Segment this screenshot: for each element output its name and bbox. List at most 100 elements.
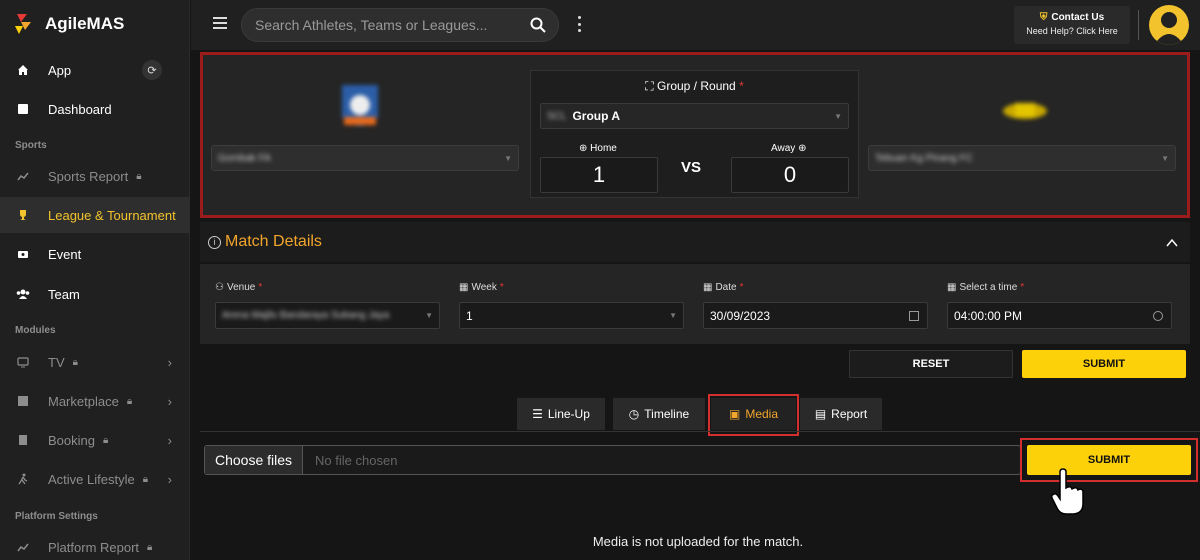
plus-circle-icon: ⊕	[579, 143, 588, 154]
time-input[interactable]: 04:00:00 PM	[947, 302, 1172, 329]
shield-icon: ⛨	[1039, 12, 1048, 23]
lock-icon: 🔒︎	[72, 356, 78, 368]
refresh-icon[interactable]: ⟳	[142, 60, 162, 80]
reset-button[interactable]: RESET	[849, 350, 1013, 378]
home-score-input[interactable]: 1	[540, 157, 658, 193]
search-icon[interactable]	[530, 17, 546, 33]
calendar-picker-icon[interactable]	[909, 311, 919, 321]
calendar-icon: ▦	[947, 282, 957, 293]
section-label-modules: Modules	[15, 325, 56, 336]
sidebar-item-label: Booking	[48, 432, 95, 448]
venue-label: ⚇ Venue *	[215, 282, 263, 293]
home-team-select[interactable]: Gombak FA ▼	[211, 145, 519, 171]
file-chooser[interactable]: Choose files No file chosen	[204, 445, 1021, 475]
tab-timeline[interactable]: ◷ Timeline	[613, 398, 705, 430]
details-submit-button[interactable]: SUBMIT	[1022, 350, 1186, 378]
store-icon	[16, 394, 30, 408]
chevron-down-icon: ▼	[425, 311, 433, 320]
tab-report[interactable]: ▤ Report	[800, 398, 882, 430]
chevron-down-icon: ▼	[669, 311, 677, 320]
avatar[interactable]	[1149, 5, 1189, 45]
away-team-select[interactable]: Tebuan Kg Pinang FC ▼	[868, 145, 1176, 171]
file-status: No file chosen	[315, 452, 398, 468]
chevron-right-icon: ›	[167, 354, 172, 370]
clock-picker-icon[interactable]	[1153, 311, 1163, 321]
venue-select[interactable]: Arena Majlis Bandaraya Subang Jaya ▼	[215, 302, 440, 329]
building-icon	[16, 433, 30, 447]
week-value: 1	[466, 308, 473, 323]
group-round-select[interactable]: SCL Group A ▼	[540, 103, 849, 129]
lock-icon: 🔒︎	[142, 473, 149, 485]
menu-icon[interactable]	[213, 17, 227, 29]
choose-files-button[interactable]: Choose files	[205, 446, 304, 474]
sidebar-item-tv[interactable]: TV 🔒︎ ›	[0, 344, 190, 380]
home-team-column: Gombak FA ▼	[203, 55, 519, 215]
sidebar-item-label: Sports Report	[48, 168, 129, 184]
week-select[interactable]: 1 ▼	[459, 302, 684, 329]
person-icon: ⚇	[215, 282, 224, 293]
document-icon: ▤	[814, 407, 827, 421]
chevron-right-icon: ›	[167, 393, 172, 409]
sidebar-item-label: Marketplace	[48, 393, 119, 409]
topbar: Search Athletes, Teams or Leagues... ⛨ Co…	[191, 0, 1200, 50]
time-label: ▦ Select a time *	[947, 282, 1025, 293]
agilemas-logo-icon	[13, 12, 35, 36]
sidebar-item-label: League & Tournament	[48, 207, 176, 223]
brand[interactable]: AgileMAS	[0, 0, 189, 48]
more-options-icon[interactable]	[577, 16, 581, 32]
sidebar-item-dashboard[interactable]: Dashboard	[0, 91, 190, 127]
week-label: ▦ Week *	[459, 282, 504, 293]
sidebar-item-marketplace[interactable]: Marketplace 🔒︎ ›	[0, 383, 190, 419]
lock-icon: 🔒︎	[126, 395, 133, 407]
empty-media-message: Media is not uploaded for the match.	[592, 534, 804, 549]
away-score-input[interactable]: 0	[731, 157, 849, 193]
home-icon	[16, 63, 30, 77]
vs-label: VS	[681, 159, 702, 176]
sidebar-item-label: Event	[48, 246, 82, 262]
tv-icon	[16, 355, 30, 369]
sidebar-item-label: TV	[48, 354, 65, 370]
lock-icon: 🔒︎	[147, 541, 153, 553]
info-icon: i	[208, 235, 221, 249]
match-details-header[interactable]: i Match Details	[200, 222, 1190, 262]
match-details-title: i Match Details	[208, 233, 322, 251]
trophy-icon	[16, 208, 30, 222]
sidebar-item-league-tournament[interactable]: League & Tournament	[0, 197, 190, 233]
sidebar-item-sports-report[interactable]: Sports Report 🔒︎	[0, 158, 190, 194]
team-icon	[16, 287, 30, 301]
search-input[interactable]: Search Athletes, Teams or Leagues...	[241, 8, 559, 42]
sidebar-item-booking[interactable]: Booking 🔒︎ ›	[0, 422, 190, 458]
sidebar-item-app[interactable]: App ⟳	[0, 52, 190, 88]
date-input[interactable]: 30/09/2023	[703, 302, 928, 329]
sidebar-item-label: Active Lifestyle	[48, 471, 135, 487]
away-label: Away ⊕	[771, 143, 807, 154]
sidebar-item-team[interactable]: Team	[0, 276, 190, 312]
dashboard-icon	[16, 102, 30, 116]
group-round-label: ⛶ Group / Round *	[645, 79, 744, 93]
sidebar-item-label: Dashboard	[48, 101, 112, 117]
chevron-down-icon: ▼	[1161, 153, 1169, 163]
clock-icon: ◷	[628, 407, 640, 421]
contact-us-button[interactable]: ⛨ Contact Us Need Help? Click Here	[1014, 6, 1130, 44]
home-label: ⊕ Home	[579, 143, 617, 154]
sidebar-item-label: Team	[48, 286, 80, 302]
contact-subtitle: Need Help? Click Here	[1026, 26, 1118, 36]
date-value: 30/09/2023	[710, 308, 771, 323]
chevron-right-icon: ›	[167, 432, 172, 448]
sidebar-item-event[interactable]: Event	[0, 236, 190, 272]
away-team-name: Tebuan Kg Pinang FC	[875, 152, 973, 164]
home-team-logo	[328, 77, 392, 141]
lock-icon: 🔒︎	[136, 170, 142, 182]
tab-line-up[interactable]: ☰ Line-Up	[517, 398, 605, 430]
chevron-up-icon[interactable]	[1166, 236, 1178, 248]
section-label-platform: Platform Settings	[15, 511, 98, 522]
chevron-down-icon: ▼	[834, 111, 842, 121]
sidebar-item-active-lifestyle[interactable]: Active Lifestyle 🔒︎ ›	[0, 461, 190, 497]
chevron-right-icon: ›	[167, 471, 172, 487]
sidebar-item-platform-report[interactable]: Platform Report 🔒︎	[0, 529, 190, 560]
calendar-icon: ▦	[703, 282, 713, 293]
ticket-icon	[16, 247, 30, 261]
sidebar-item-label: App	[48, 62, 72, 78]
away-team-logo	[993, 77, 1057, 141]
venue-value: Arena Majlis Bandaraya Subang Jaya	[222, 310, 390, 321]
